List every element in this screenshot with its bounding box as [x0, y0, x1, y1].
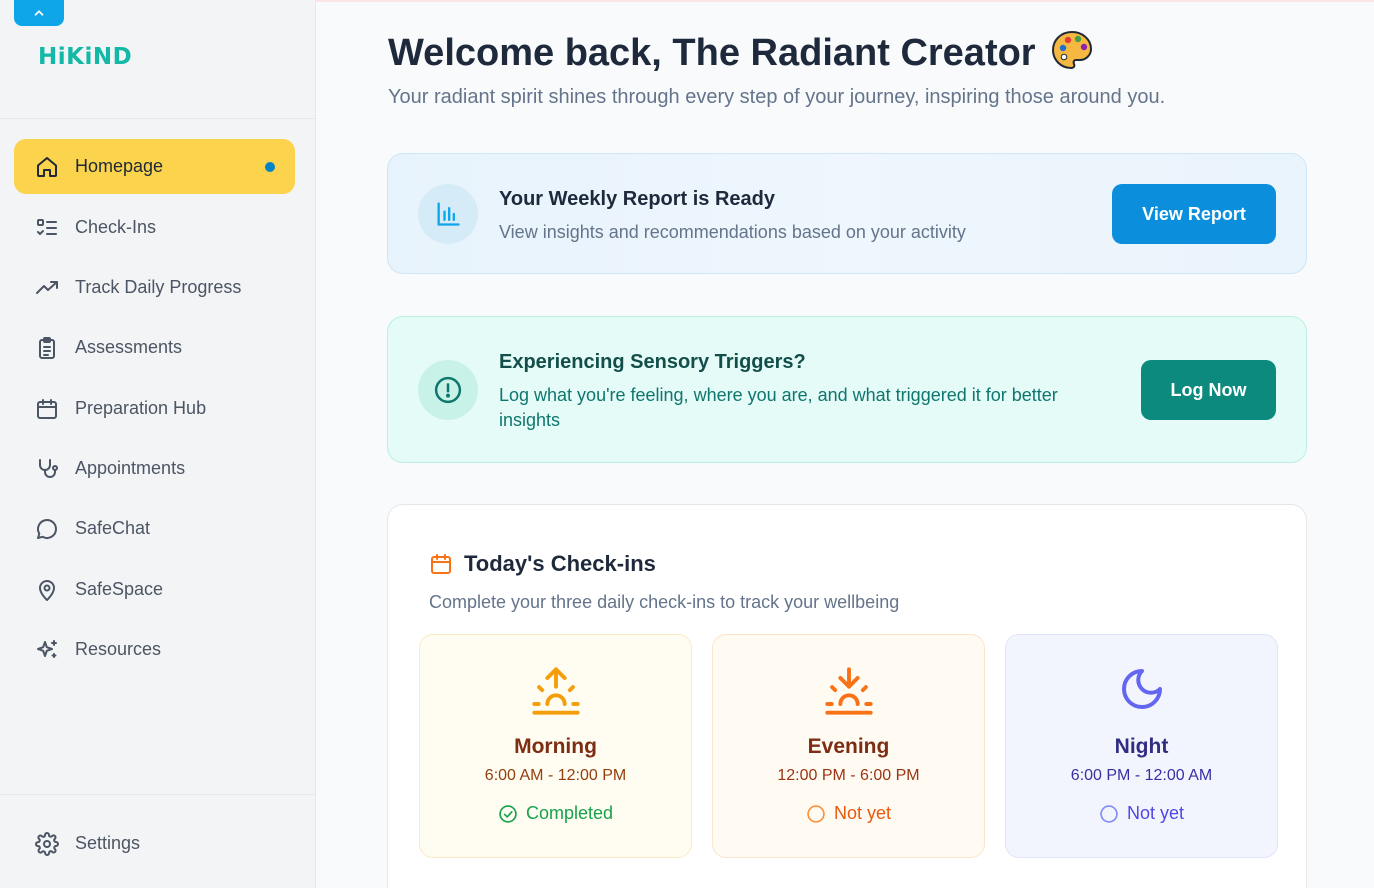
- sunset-icon: [713, 665, 984, 717]
- clipboard-icon: [34, 335, 60, 361]
- slot-name: Morning: [514, 735, 597, 758]
- checkin-slot-morning[interactable]: Morning 6:00 AM - 12:00 PM Completed: [419, 634, 692, 858]
- sidebar-item-label: SafeChat: [75, 518, 151, 538]
- sidebar-item-label: Homepage: [75, 156, 164, 176]
- checkins-title-text: Today's Check-ins: [464, 551, 656, 576]
- slot-status: Not yet: [713, 803, 984, 824]
- sidebar-item-label: Check-Ins: [75, 217, 157, 237]
- sidebar-item-label: Track Daily Progress: [75, 277, 242, 297]
- page-subtitle: Your radiant spirit shines through every…: [388, 86, 1166, 108]
- slot-name: Evening: [807, 735, 890, 758]
- moon-icon: [1006, 665, 1277, 713]
- sidebar-item-label: Assessments: [75, 337, 183, 357]
- app-logo[interactable]: HiKiND: [38, 44, 132, 70]
- sidebar-item-label: Resources: [75, 639, 162, 659]
- sidebar-divider: [0, 118, 316, 119]
- triggers-description: Log what you're feeling, where you are, …: [499, 385, 1058, 430]
- checklist-icon: [34, 215, 60, 241]
- checkins-title: Today's Check-ins: [429, 551, 656, 577]
- sidebar-item-safechat[interactable]: SafeChat: [14, 501, 295, 556]
- slot-status-text: Not yet: [833, 803, 892, 823]
- chat-bubble-icon: [34, 516, 60, 542]
- calendar-icon: [429, 552, 453, 576]
- sidebar-item-track-daily-progress[interactable]: Track Daily Progress: [14, 260, 295, 315]
- collapse-sidebar-button[interactable]: [14, 0, 64, 26]
- empty-circle-icon: [1099, 804, 1119, 824]
- home-icon: [34, 154, 60, 180]
- sidebar-item-label: Appointments: [75, 458, 186, 478]
- todays-checkins-card: Today's Check-ins Complete your three da…: [387, 504, 1307, 888]
- checkin-slot-night[interactable]: Night 6:00 PM - 12:00 AM Not yet: [1005, 634, 1278, 858]
- page-title-text: Welcome back, The Radiant Creator: [388, 31, 1036, 74]
- sidebar-item-assessments[interactable]: Assessments: [14, 320, 295, 375]
- empty-circle-icon: [806, 804, 826, 824]
- bar-chart-icon: [418, 184, 478, 244]
- chevron-up-icon: [34, 10, 44, 16]
- sidebar-item-check-ins[interactable]: Check-Ins: [14, 200, 295, 255]
- map-pin-icon: [34, 577, 60, 603]
- alert-circle-icon: [418, 360, 478, 420]
- sidebar-item-resources[interactable]: Resources: [14, 622, 295, 677]
- sidebar-item-label: Settings: [75, 833, 141, 853]
- trending-up-icon: [34, 275, 60, 301]
- slot-status-text: Not yet: [1126, 803, 1185, 823]
- view-report-button[interactable]: View Report: [1112, 184, 1276, 244]
- sunrise-icon: [420, 665, 691, 717]
- sidebar-divider: [0, 794, 316, 795]
- log-now-button[interactable]: Log Now: [1141, 360, 1276, 420]
- sidebar-item-label: SafeSpace: [75, 579, 164, 599]
- sensory-triggers-card: Experiencing Sensory Triggers? Log what …: [387, 316, 1307, 463]
- page-title: Welcome back, The Radiant Creator: [388, 28, 1094, 78]
- sparkles-icon: [34, 637, 60, 663]
- sidebar-item-label: Preparation Hub: [75, 398, 207, 418]
- sidebar-item-preparation-hub[interactable]: Preparation Hub: [14, 381, 295, 436]
- slot-name: Night: [1114, 735, 1169, 758]
- slot-status: Completed: [420, 803, 691, 824]
- sidebar-item-homepage[interactable]: Homepage: [14, 139, 295, 194]
- slot-time: 6:00 AM - 12:00 PM: [484, 767, 627, 784]
- stethoscope-icon: [34, 456, 60, 482]
- calendar-icon: [34, 396, 60, 422]
- active-indicator-dot: [265, 162, 275, 172]
- sidebar: HiKiND Homepage Check-Ins Track Daily Pr…: [0, 0, 316, 888]
- weekly-report-card: Your Weekly Report is Ready View insight…: [387, 153, 1307, 274]
- slot-time: 6:00 PM - 12:00 AM: [1070, 767, 1213, 784]
- slot-time: 12:00 PM - 6:00 PM: [777, 767, 920, 784]
- sidebar-item-settings[interactable]: Settings: [14, 816, 295, 871]
- report-heading: Your Weekly Report is Ready: [499, 188, 776, 210]
- check-circle-icon: [498, 804, 518, 824]
- gear-icon: [34, 831, 60, 857]
- report-description: View insights and recommendations based …: [499, 222, 966, 242]
- sidebar-item-safespace[interactable]: SafeSpace: [14, 562, 295, 617]
- sidebar-item-appointments[interactable]: Appointments: [14, 441, 295, 496]
- palette-icon: [1050, 28, 1094, 78]
- slot-status-text: Completed: [525, 803, 614, 823]
- checkin-slot-evening[interactable]: Evening 12:00 PM - 6:00 PM Not yet: [712, 634, 985, 858]
- slot-status: Not yet: [1006, 803, 1277, 824]
- checkins-description: Complete your three daily check-ins to t…: [429, 592, 900, 612]
- triggers-heading: Experiencing Sensory Triggers?: [499, 351, 806, 373]
